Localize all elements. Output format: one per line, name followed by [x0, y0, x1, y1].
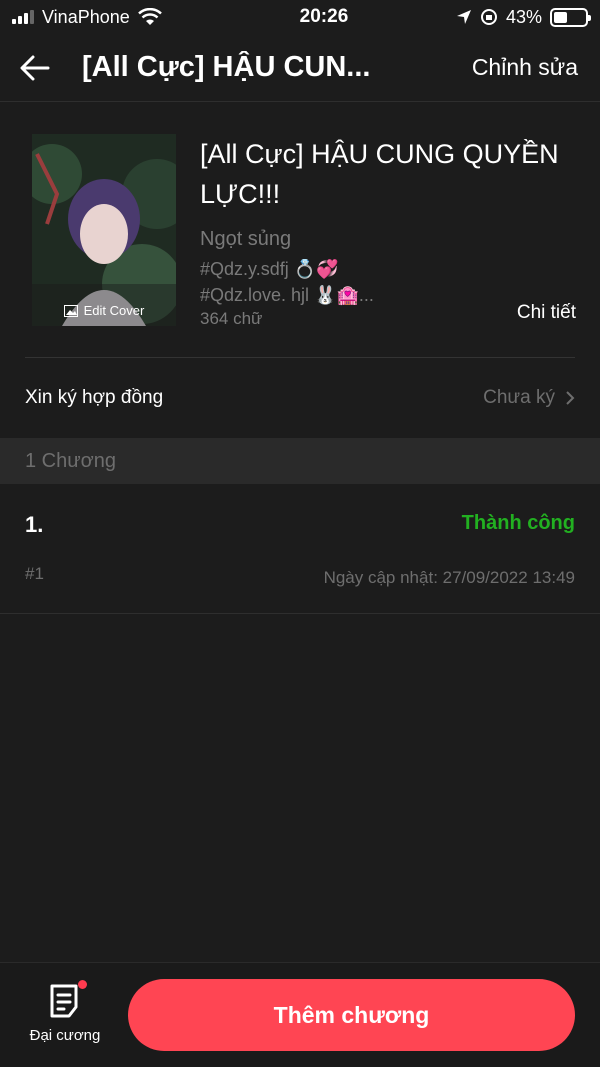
notification-dot	[78, 980, 87, 989]
status-time: 20:26	[299, 6, 349, 27]
chevron-right-icon	[566, 391, 575, 405]
cover-art	[32, 134, 176, 326]
nav-bar: [All Cực] HẬU CUN... Chỉnh sửa	[0, 34, 600, 102]
detail-link[interactable]: Chi tiết	[517, 302, 576, 324]
image-icon	[63, 304, 78, 317]
book-genre: Ngọt sủng	[200, 228, 292, 250]
contract-row[interactable]: Xin ký hợp đồng Chưa ký	[0, 370, 600, 426]
chapter-title: 1.	[25, 512, 44, 537]
battery-icon	[550, 7, 591, 27]
book-cover[interactable]: Edit Cover	[32, 134, 176, 326]
contract-status: Chưa ký	[483, 387, 555, 408]
chapter-number: #1	[25, 564, 44, 583]
back-button[interactable]	[0, 34, 70, 102]
page-title: [All Cực] HẬU CUN...	[82, 51, 371, 83]
wifi-icon	[137, 8, 162, 25]
back-arrow-icon	[20, 55, 50, 80]
contract-label: Xin ký hợp đồng	[25, 387, 164, 408]
document-icon	[50, 984, 78, 1018]
edit-button[interactable]: Chỉnh sửa	[472, 54, 600, 81]
chapter-status: Thành công	[461, 512, 575, 534]
rotation-lock-icon	[480, 9, 497, 25]
book-tag: #Qdz.y.sdfj 💍💞	[200, 259, 339, 279]
outline-label: Đại cương	[29, 1027, 101, 1044]
bottom-bar: Đại cương Thêm chương	[0, 962, 600, 1067]
status-bar: VinaPhone 20:26 43%	[0, 0, 600, 34]
book-title: [All Cực] HẬU CUNG QUYỀN LỰC!!!	[200, 139, 559, 209]
divider	[25, 357, 575, 358]
add-chapter-button[interactable]: Thêm chương	[128, 979, 575, 1051]
location-icon	[456, 10, 471, 24]
book-info: Edit Cover [All Cực] HẬU CUNG QUYỀN LỰC!…	[32, 134, 576, 328]
chapter-updated: Ngày cập nhật: 27/09/2022 13:49	[323, 568, 575, 587]
carrier-name: VinaPhone	[42, 6, 130, 27]
signal-icon	[12, 10, 34, 24]
edit-cover-label: Edit Cover	[83, 303, 145, 318]
battery-percent: 43%	[505, 6, 542, 27]
chapter-count-header: 1 Chương	[0, 438, 600, 484]
outline-button[interactable]: Đại cương	[20, 980, 110, 1044]
chapter-item[interactable]: 1. Thành công #1 Ngày cập nhật: 27/09/20…	[0, 484, 600, 614]
